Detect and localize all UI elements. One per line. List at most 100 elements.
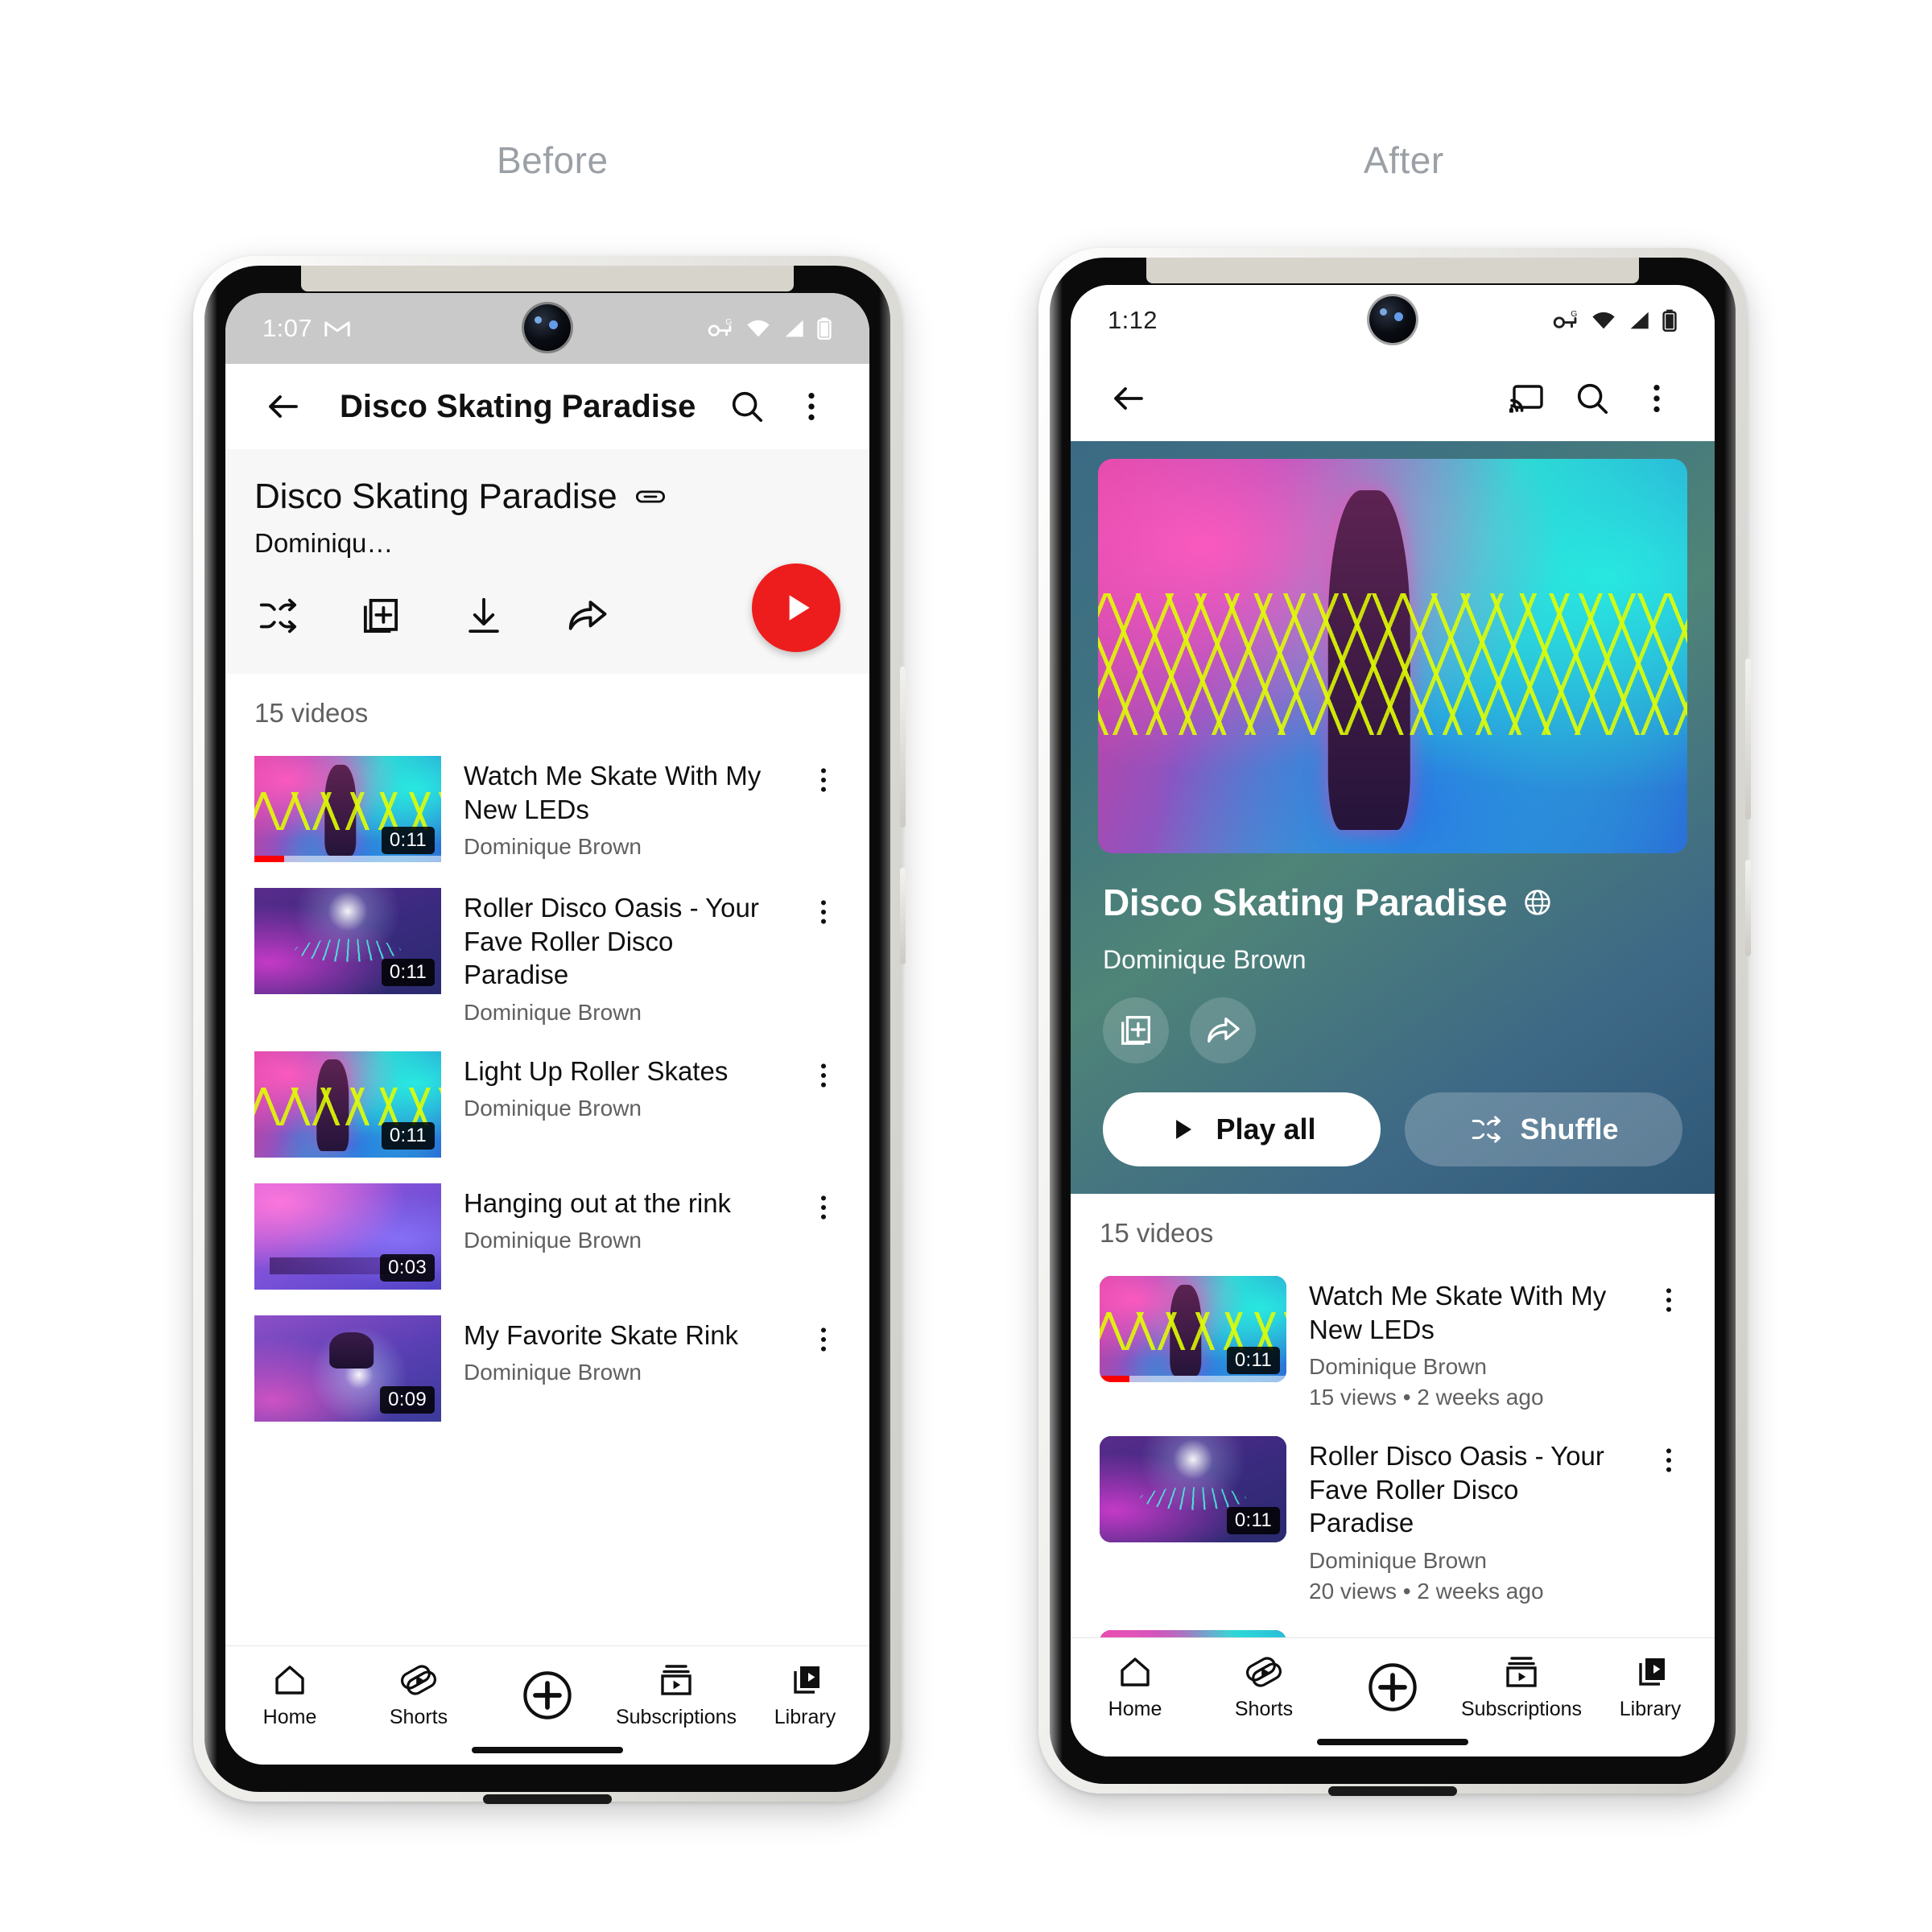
video-count: 15 videos <box>225 674 869 743</box>
nav-label: Shorts <box>389 1706 448 1728</box>
back-arrow-icon <box>1114 387 1143 410</box>
overflow-menu-button[interactable] <box>782 378 840 436</box>
video-info: Watch Me Skate With My New LEDs Dominiqu… <box>464 756 779 860</box>
play-fab-button[interactable] <box>752 564 840 652</box>
more-vert-icon <box>821 1195 826 1220</box>
globe-icon <box>1525 890 1550 915</box>
table-row[interactable]: 0:11 Roller Disco Oasis - Your Fave Roll… <box>1071 1423 1715 1617</box>
more-vert-icon <box>1666 1448 1671 1472</box>
video-title: Roller Disco Oasis - Your Fave Roller Di… <box>1309 1441 1604 1538</box>
shuffle-button[interactable]: Shuffle <box>1405 1092 1682 1166</box>
table-row[interactable]: 0:11 Light Up Roller Skates Dominique Br… <box>225 1038 869 1170</box>
nav-item-create[interactable] <box>1328 1658 1457 1716</box>
nav-label: Home <box>262 1706 317 1728</box>
back-arrow-icon <box>269 395 298 418</box>
thumbnail-art <box>1098 459 1687 853</box>
playlist-title-row: Disco Skating Paradise <box>254 477 840 517</box>
home-indicator[interactable] <box>472 1747 623 1753</box>
video-info: Watch Me Skate With My New LEDs Dominiqu… <box>1309 1276 1624 1410</box>
volume-button[interactable] <box>1745 658 1751 819</box>
nav-item-home[interactable]: Home <box>225 1661 354 1729</box>
page-title: Disco Skating Paradise <box>340 388 696 424</box>
video-info: Light Up Roller Skates Dominique Brown <box>464 1051 779 1122</box>
download-button[interactable] <box>462 594 506 642</box>
nav-item-shorts[interactable]: Shorts <box>354 1661 483 1729</box>
phone-screen-after: 1:12 G Disco Skating Paradise Dominique … <box>1071 285 1715 1757</box>
video-overflow-button[interactable] <box>802 1183 845 1224</box>
status-time: 1:12 <box>1108 306 1158 334</box>
video-overflow-button[interactable] <box>1647 1276 1690 1316</box>
video-title: Light Up Roller Skates <box>464 1055 729 1086</box>
home-indicator[interactable] <box>1317 1739 1468 1745</box>
nav-item-create[interactable] <box>483 1666 612 1724</box>
cast-button[interactable] <box>1499 369 1557 427</box>
cast-icon <box>1509 385 1543 413</box>
playlist-owner[interactable]: Dominique Brown <box>1103 945 1682 975</box>
nav-item-library[interactable]: Library <box>741 1661 869 1729</box>
table-row[interactable]: 0:11 Watch Me Skate With My New LEDs Dom… <box>1071 1263 1715 1423</box>
share-icon <box>1208 1017 1240 1043</box>
shorts-icon <box>1245 1657 1282 1687</box>
overflow-menu-button[interactable] <box>1628 369 1686 427</box>
wifi-icon <box>1592 312 1615 329</box>
nav-item-subscriptions[interactable]: Subscriptions <box>1457 1653 1586 1721</box>
save-to-playlist-button[interactable] <box>359 594 402 642</box>
nav-item-library[interactable]: Library <box>1586 1653 1715 1721</box>
playlist-meta: Disco Skating Paradise Dominiqu… <box>225 449 869 559</box>
share-button[interactable] <box>565 594 609 642</box>
charging-port <box>1328 1786 1457 1796</box>
back-button[interactable] <box>254 378 312 436</box>
video-overflow-button[interactable] <box>802 888 845 928</box>
table-row[interactable]: 0:11 Roller Disco Oasis - Your Fave Roll… <box>225 875 869 1038</box>
search-button[interactable] <box>1563 369 1621 427</box>
share-icon <box>568 601 607 630</box>
video-duration: 0:11 <box>381 959 435 986</box>
subscriptions-icon <box>661 1665 691 1695</box>
phone-bezel: 1:07 G Disco Skating Paradise Disco Skat… <box>204 266 890 1792</box>
shuffle-icon <box>1472 1116 1501 1143</box>
video-thumbnail[interactable]: 0:11 <box>1100 1436 1286 1543</box>
hero-thumbnail[interactable] <box>1098 459 1687 853</box>
power-button[interactable] <box>900 868 906 964</box>
link-icon[interactable] <box>634 480 667 514</box>
table-row[interactable]: 0:09 My Favorite Skate Rink Dominique Br… <box>225 1302 869 1435</box>
antenna-band <box>301 266 794 291</box>
bottom-navigation: Home Shorts Subscriptions Library <box>225 1645 869 1765</box>
video-thumbnail[interactable]: 0:03 <box>254 1183 441 1290</box>
video-overflow-button[interactable] <box>802 756 845 796</box>
video-overflow-button[interactable] <box>802 1315 845 1356</box>
video-thumbnail[interactable]: 0:11 <box>1100 1276 1286 1382</box>
table-row[interactable]: 0:11 Watch Me Skate With My New LEDs Dom… <box>225 743 869 875</box>
play-all-button[interactable]: Play all <box>1103 1092 1381 1166</box>
table-row[interactable]: 0:03 Hanging out at the rink Dominique B… <box>225 1170 869 1302</box>
video-thumbnail[interactable]: 0:11 <box>254 888 441 994</box>
status-time: 1:07 <box>262 314 312 342</box>
signal-icon <box>1630 312 1649 329</box>
power-button[interactable] <box>1745 860 1751 956</box>
video-thumbnail[interactable]: 0:11 <box>254 1051 441 1158</box>
column-heading-after: After <box>1364 139 1444 181</box>
video-channel: Dominique Brown <box>1309 1547 1487 1573</box>
video-count: 15 videos <box>1071 1194 1715 1263</box>
nav-item-shorts[interactable]: Shorts <box>1199 1653 1328 1721</box>
volume-button[interactable] <box>900 667 906 828</box>
video-overflow-button[interactable] <box>802 1051 845 1092</box>
status-bar: 1:07 G <box>225 293 869 364</box>
nav-item-subscriptions[interactable]: Subscriptions <box>612 1661 741 1729</box>
video-stats: 20 views • 2 weeks ago <box>1309 1578 1544 1604</box>
status-bar-right: G <box>708 317 832 340</box>
shuffle-button[interactable] <box>256 594 299 642</box>
playlist-owner[interactable]: Dominiqu… <box>254 528 840 559</box>
search-button[interactable] <box>718 378 776 436</box>
share-button[interactable] <box>1190 997 1256 1063</box>
back-button[interactable] <box>1100 369 1158 427</box>
video-thumbnail[interactable]: 0:11 <box>254 756 441 862</box>
save-to-playlist-button[interactable] <box>1103 997 1169 1063</box>
video-title: Watch Me Skate With My New LEDs <box>464 761 762 824</box>
download-icon <box>469 597 499 634</box>
column-heading-before: Before <box>497 139 609 181</box>
video-overflow-button[interactable] <box>1647 1436 1690 1476</box>
shorts-icon <box>400 1665 437 1695</box>
video-thumbnail[interactable]: 0:09 <box>254 1315 441 1422</box>
nav-item-home[interactable]: Home <box>1071 1653 1199 1721</box>
